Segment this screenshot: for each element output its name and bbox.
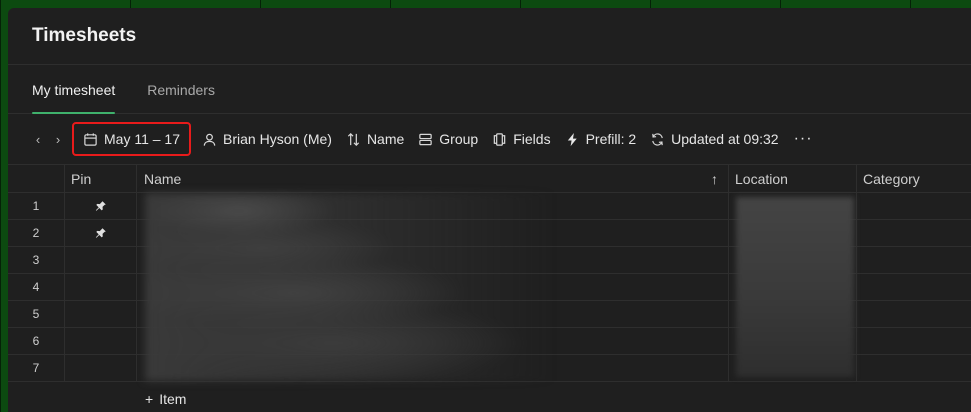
- category-cell[interactable]: [857, 220, 971, 246]
- redacted-location-column: [736, 197, 854, 377]
- title-bar: Timesheets: [8, 8, 971, 65]
- tab-reminders[interactable]: Reminders: [147, 82, 215, 113]
- date-range-label: May 11 – 17: [104, 131, 181, 147]
- person-icon: [203, 133, 216, 146]
- category-cell[interactable]: [857, 355, 971, 381]
- pin-column-header[interactable]: Pin: [65, 165, 137, 192]
- row-index: 7: [8, 355, 65, 381]
- timesheets-panel: Timesheets My timesheet Reminders ‹ › Ma…: [8, 8, 971, 412]
- tab-my-timesheet[interactable]: My timesheet: [32, 82, 116, 114]
- previous-week-button[interactable]: ‹: [28, 132, 48, 147]
- location-column-header[interactable]: Location: [729, 165, 857, 192]
- pin-cell[interactable]: [65, 301, 137, 327]
- prefill-label: Prefill: 2: [585, 131, 637, 147]
- person-label: Brian Hyson (Me): [223, 131, 332, 147]
- lightning-icon: [567, 132, 577, 146]
- category-cell[interactable]: [857, 328, 971, 354]
- prefill-button[interactable]: Prefill: 2: [558, 124, 644, 154]
- index-header: [8, 165, 65, 192]
- refresh-icon: [652, 132, 663, 146]
- row-index: 5: [8, 301, 65, 327]
- pin-cell[interactable]: [65, 328, 137, 354]
- add-item-row: + Item: [8, 382, 971, 412]
- toolbar: ‹ › May 11 – 17 Brian Hyson (Me) Name Gr…: [8, 114, 971, 165]
- next-week-button[interactable]: ›: [48, 132, 68, 147]
- pin-cell[interactable]: [65, 355, 137, 381]
- page-title: Timesheets: [32, 25, 137, 46]
- updated-label: Updated at 09:32: [671, 131, 779, 147]
- pin-cell[interactable]: [65, 193, 137, 219]
- tab-bar: My timesheet Reminders: [8, 65, 971, 114]
- sort-label: Name: [366, 131, 405, 147]
- row-index: 1: [8, 193, 65, 219]
- fields-button[interactable]: Fields: [485, 124, 557, 154]
- pin-cell[interactable]: [65, 247, 137, 273]
- more-options-icon[interactable]: ···: [786, 130, 821, 148]
- date-range-button[interactable]: May 11 – 17: [72, 122, 192, 156]
- sort-ascending-icon: ↑: [711, 170, 718, 187]
- fields-label: Fields: [513, 131, 551, 147]
- group-icon: [419, 133, 433, 145]
- fields-icon: [493, 132, 506, 146]
- add-item-button[interactable]: + Item: [145, 391, 186, 407]
- group-label: Group: [439, 131, 479, 147]
- calendar-icon: [84, 132, 97, 146]
- grid-header: Pin Name ↑ Location Category: [8, 165, 971, 193]
- category-cell[interactable]: [857, 247, 971, 273]
- category-cell[interactable]: [857, 274, 971, 300]
- sort-icon: [347, 132, 360, 146]
- row-index: 2: [8, 220, 65, 246]
- pin-cell[interactable]: [65, 220, 137, 246]
- category-cell[interactable]: [857, 301, 971, 327]
- row-index: 6: [8, 328, 65, 354]
- row-index: 3: [8, 247, 65, 273]
- refresh-button[interactable]: Updated at 09:32: [643, 124, 785, 154]
- pin-cell[interactable]: [65, 274, 137, 300]
- category-column-header[interactable]: Category: [857, 165, 971, 192]
- person-button[interactable]: Brian Hyson (Me): [195, 124, 339, 154]
- timesheet-grid: Pin Name ↑ Location Category 1234567 + I…: [8, 165, 971, 412]
- category-cell[interactable]: [857, 193, 971, 219]
- row-index: 4: [8, 274, 65, 300]
- pin-icon[interactable]: [94, 227, 107, 240]
- name-column-header[interactable]: Name ↑: [137, 165, 729, 192]
- pin-icon[interactable]: [94, 200, 107, 213]
- redacted-name-column: [145, 193, 555, 381]
- sort-button[interactable]: Name: [339, 124, 411, 154]
- plus-icon: +: [145, 391, 154, 407]
- group-button[interactable]: Group: [411, 124, 485, 154]
- add-item-label: Item: [159, 391, 187, 407]
